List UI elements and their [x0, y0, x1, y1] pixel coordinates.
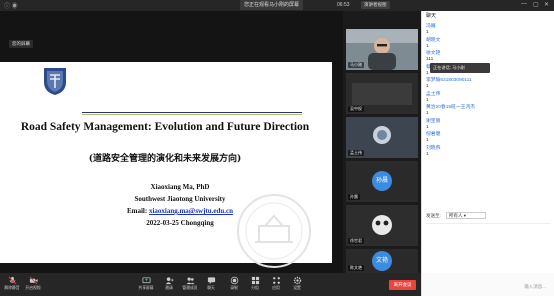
chevron-down-icon: ▾: [463, 213, 467, 218]
chat-message: 孟土伟 1: [426, 91, 551, 105]
participant-column: 马小刚 吴中权 孟土伟 孙晨 孙晨 徐世君 文艳 陈文艳: [343, 11, 421, 273]
message-sender: 徐文艳: [426, 51, 441, 56]
slide-divider-accent: [82, 114, 302, 115]
toolbar-label: 设置: [293, 286, 301, 290]
chat-panel: 聊天 冯巍1 胡晓文1 徐文艳111 蔡宏尧1 李梦瑜6318030901111…: [421, 11, 554, 273]
speaking-indicator: 正在讲话: 马小刚: [430, 63, 490, 73]
message-sender: 孟土伟: [426, 91, 441, 97]
chat-input-footer[interactable]: 输入消息...: [421, 273, 554, 296]
participant-name: 孟土伟: [348, 150, 364, 156]
meeting-info-icon[interactable]: ⓘ ◉: [4, 1, 18, 10]
sharing-label: 您的屏幕: [9, 40, 33, 48]
chat-title: 聊天: [426, 13, 437, 19]
participant-name: 陈文艳: [348, 265, 364, 271]
participant-tile[interactable]: 孟土伟: [346, 117, 418, 158]
chat-input-placeholder: 输入消息...: [524, 284, 546, 289]
invite-button[interactable]: 邀请: [160, 276, 178, 291]
view-mode-button[interactable]: 演讲者视图: [361, 1, 390, 9]
participant-name: 马小刚: [348, 62, 364, 68]
settings-icon: [293, 276, 301, 285]
shared-screen-area: 您的屏幕 Road Safety Management: Evolution a…: [0, 11, 343, 273]
toolbar-label: 开启视频: [25, 286, 41, 290]
breakout-icon: [251, 276, 259, 285]
maximize-icon[interactable]: ▢: [533, 1, 539, 8]
university-logo-icon: [44, 68, 66, 95]
meeting-timer: 06:53: [337, 2, 350, 8]
message-sender: 冯巍: [426, 24, 436, 29]
slide-email-label: Email:: [126, 207, 148, 215]
record-icon: [230, 276, 238, 285]
message-sender: 谢宝丽: [426, 118, 441, 124]
window-title: 您正在观看马小刚的屏幕: [240, 0, 304, 10]
settings-button[interactable]: 设置: [288, 276, 306, 291]
slide-subtitle-cn: (道路安全管理的演化和未来发展方向): [88, 154, 242, 164]
chat-message: 倪君健 1: [426, 131, 551, 145]
chat-message: 李梦瑜631803090111 1: [426, 77, 551, 91]
message-sender: 倪君健: [426, 132, 441, 137]
toolbar-label: 解除静音: [4, 286, 20, 290]
video-off-icon: [29, 276, 38, 285]
chat-message: 黄治20春19班一王鸿杰 1: [426, 104, 551, 118]
toolbar-label: 共享屏幕: [138, 286, 154, 290]
toolbar-label: 应用: [272, 286, 280, 290]
leave-meeting-button[interactable]: 离开会议: [389, 280, 416, 290]
share-screen-button[interactable]: 共享屏幕: [137, 276, 155, 291]
meeting-toolbar: 解除静音 开启视频 共享屏幕 邀请 管理成员 聊天 录制 分组 应用 设置 离开…: [0, 273, 421, 296]
chat-message: 胡晓文 1: [426, 37, 551, 51]
apps-icon: [272, 277, 280, 284]
message-sender: 胡晓文: [426, 37, 441, 43]
message-sender: 刘晓燕: [426, 145, 441, 151]
share-screen-icon: [142, 277, 150, 284]
message-text: 1: [426, 151, 429, 157]
chat-icon: [207, 277, 215, 285]
minimize-icon[interactable]: —: [521, 1, 527, 7]
campus-watermark-icon: [237, 194, 311, 268]
chat-message-list[interactable]: 冯巍1 胡晓文1 徐文艳111 蔡宏尧1 李梦瑜6318030901111 孟土…: [426, 23, 551, 158]
send-to-label: 发送至:: [426, 213, 441, 218]
chat-button[interactable]: 聊天: [202, 276, 220, 291]
breakout-button[interactable]: 分组: [246, 276, 264, 291]
send-to-dropdown[interactable]: 所有人 ▾: [446, 212, 486, 219]
avatar: 孙晨: [372, 171, 392, 191]
invite-icon: [165, 277, 174, 285]
chat-message: 刘晓燕 1: [426, 145, 551, 159]
slide-divider: [82, 112, 302, 113]
participant-tile[interactable]: 吴中权: [346, 73, 418, 114]
unmute-button[interactable]: 解除静音: [3, 276, 21, 291]
chat-message: 谢宝丽 1: [426, 118, 551, 132]
message-sender: 黄治20春19班一王鸿杰: [426, 105, 476, 110]
chat-message: 徐文艳 111: [426, 50, 551, 64]
manage-members-button[interactable]: 管理成员: [181, 276, 199, 291]
participant-tile[interactable]: 马小刚: [346, 29, 418, 70]
slide-author: Xiaoxiang Ma, PhD: [150, 183, 210, 191]
meeting-window: ⓘ ◉ 您正在观看马小刚的屏幕 06:53 演讲者视图 — ▢ ✕ 您的屏幕 R…: [0, 0, 554, 296]
message-sender: 李梦瑜631803090111: [426, 78, 472, 83]
chat-message: 冯巍 1: [426, 23, 551, 37]
presentation-slide: Road Safety Management: Evolution and Fu…: [0, 62, 332, 268]
participant-name: 吴中权: [348, 106, 364, 112]
slide-title: Road Safety Management: Evolution and Fu…: [20, 121, 310, 133]
participant-tile[interactable]: 徐世君: [346, 205, 418, 246]
close-icon[interactable]: ✕: [544, 1, 549, 8]
title-bar: ⓘ ◉ 您正在观看马小刚的屏幕 06:53 演讲者视图 — ▢ ✕: [0, 0, 554, 11]
members-icon: [185, 277, 195, 285]
participant-name: 徐世君: [348, 238, 364, 244]
apps-button[interactable]: 应用: [267, 276, 285, 291]
toolbar-label: 聊天: [207, 286, 215, 290]
toolbar-label: 管理成员: [182, 286, 198, 290]
toolbar-label: 分组: [251, 286, 259, 290]
record-button[interactable]: 录制: [225, 276, 243, 291]
participant-name: 孙晨: [348, 194, 360, 200]
chat-input-area[interactable]: [426, 223, 551, 265]
avatar: 文艳: [372, 251, 392, 271]
toolbar-label: 录制: [230, 286, 238, 290]
participant-tile[interactable]: 文艳 陈文艳: [346, 249, 418, 273]
participant-tile[interactable]: 孙晨 孙晨: [346, 161, 418, 202]
start-video-button[interactable]: 开启视频: [24, 276, 42, 291]
toolbar-label: 邀请: [165, 286, 173, 290]
slide-email-link[interactable]: xiaoxiang.ma@swjtu.edu.cn: [149, 207, 233, 215]
send-to-value: 所有人: [449, 213, 463, 218]
microphone-muted-icon: [8, 276, 16, 285]
